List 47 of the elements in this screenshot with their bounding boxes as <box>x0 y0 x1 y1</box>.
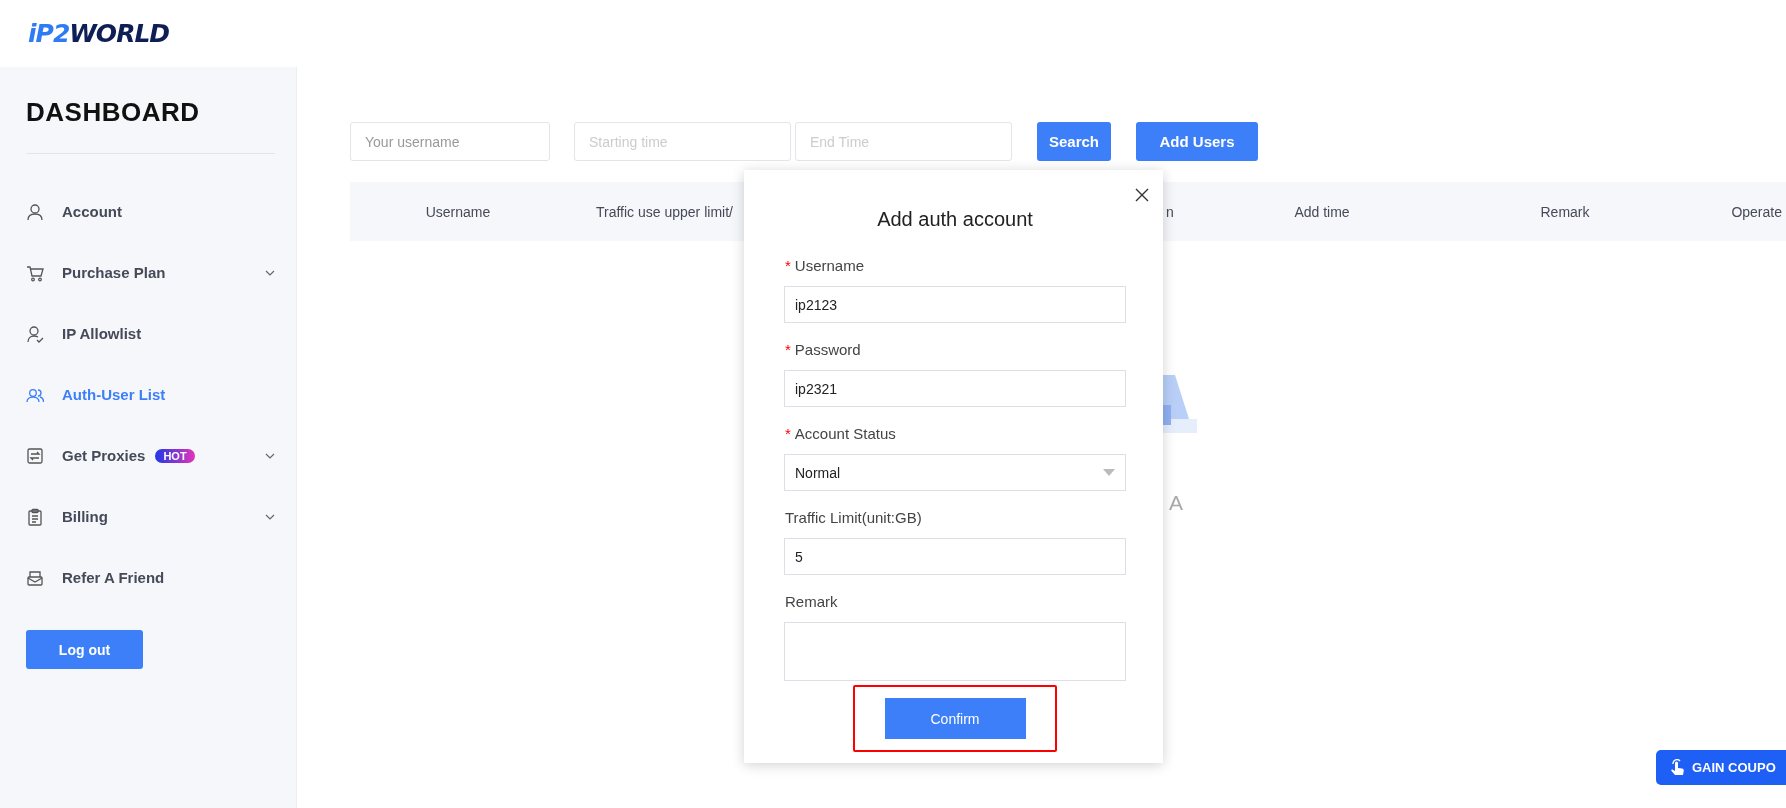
caret-icon <box>1103 469 1115 476</box>
column-header: Add time <box>1294 203 1350 220</box>
field-label: Password <box>794 340 861 358</box>
user-icon <box>26 202 44 221</box>
sidebar-item[interactable]: Account <box>26 181 275 242</box>
field-label: Username <box>794 256 865 274</box>
field-label: Remark <box>785 592 838 610</box>
confirm-button[interactable]: Confirm <box>884 698 1026 739</box>
sidebar-item[interactable]: Auth-User List <box>26 364 275 425</box>
text-field[interactable]: ip2321 <box>784 370 1126 407</box>
sidebar-item[interactable]: IP Allowlist <box>26 303 275 364</box>
transfer-icon <box>26 446 44 465</box>
username-field[interactable]: Your username <box>350 122 550 161</box>
search-button[interactable]: Search <box>1037 122 1111 161</box>
text-field[interactable]: 5 <box>784 538 1126 575</box>
column-header: Remark <box>1540 203 1590 220</box>
close-icon[interactable] <box>1135 188 1149 202</box>
field-label: Account Status <box>794 424 896 442</box>
required-mark: * <box>785 340 791 358</box>
sidebar-item[interactable]: Get Proxies HOT <box>26 425 275 486</box>
logout-button[interactable]: Log out <box>26 630 143 669</box>
status-dropdown[interactable]: Normal <box>784 454 1126 491</box>
coupon-button[interactable]: GAIN COUPO <box>1656 750 1786 785</box>
sidebar-title: DASHBOARD <box>26 97 201 128</box>
sidebar-item[interactable]: Billing <box>26 486 275 547</box>
envelope-icon <box>26 568 44 587</box>
required-mark: * <box>785 424 791 442</box>
clipboard-icon <box>26 507 44 526</box>
add-users-button[interactable]: Add Users <box>1136 122 1258 161</box>
column-header: Operate <box>1731 203 1782 220</box>
sidebar-item[interactable]: Purchase Plan <box>26 242 275 303</box>
column-header: n <box>1166 203 1174 220</box>
column-header: Username <box>425 203 491 220</box>
sidebar-item[interactable]: Refer A Friend <box>26 547 275 608</box>
user-check-icon <box>26 324 44 343</box>
hot-badge: HOT <box>155 448 195 463</box>
field-label: Traffic Limit(unit:GB) <box>785 508 922 526</box>
empty-state-icon <box>1163 375 1197 433</box>
remark-field[interactable] <box>784 622 1126 681</box>
pointer-hand-icon <box>1668 758 1686 777</box>
cart-icon <box>26 263 44 282</box>
logo: iP2WORLD <box>28 19 170 48</box>
dialog-title: Add auth account <box>876 208 1034 231</box>
required-mark: * <box>785 256 791 274</box>
text-field[interactable]: ip2123 <box>784 286 1126 323</box>
empty-state-text: A <box>1169 491 1183 515</box>
column-header: Traffic use upper limit/ <box>596 203 733 220</box>
